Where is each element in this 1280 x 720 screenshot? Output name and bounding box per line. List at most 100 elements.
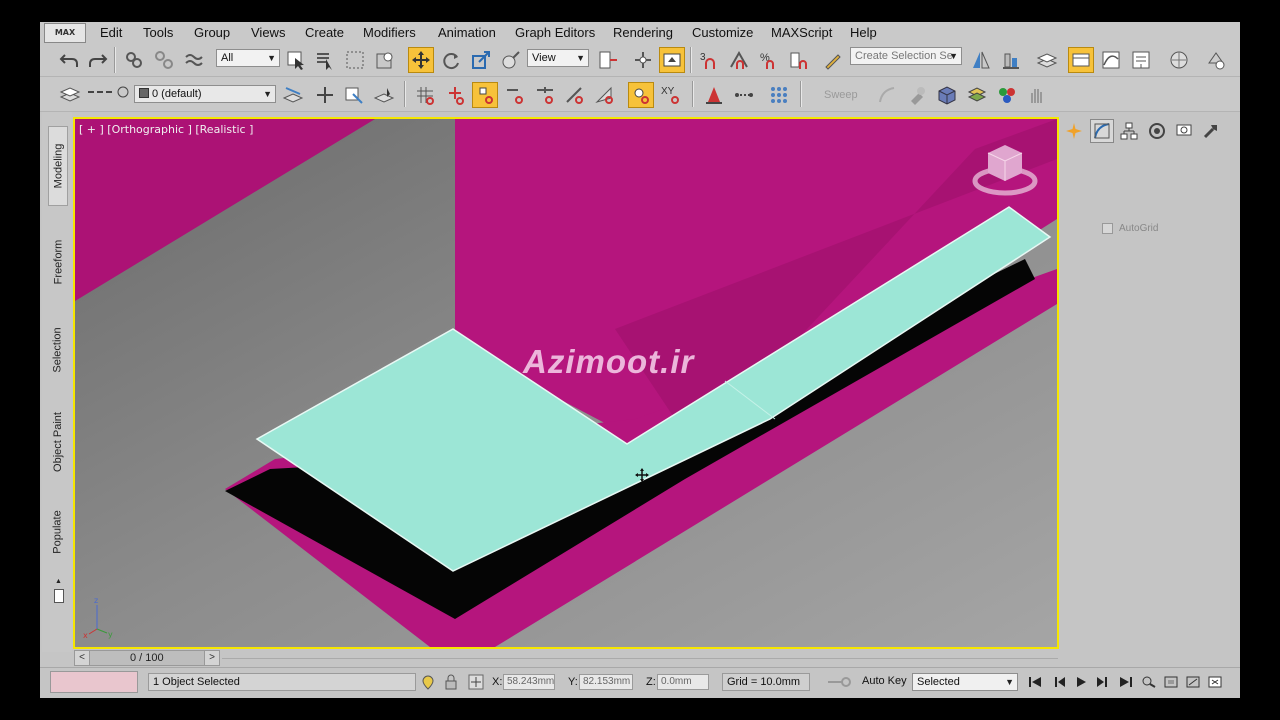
- ribbon-tab-selection[interactable]: Selection: [48, 310, 68, 390]
- maxscript-listener[interactable]: [50, 671, 138, 693]
- autogrid-checkbox-box[interactable]: [1102, 223, 1113, 234]
- layers-icon[interactable]: [57, 81, 83, 107]
- utilities-tab-icon[interactable]: [1199, 119, 1223, 143]
- layer-dropdown[interactable]: 0 (default) ▼: [134, 85, 276, 103]
- ribbon-collapse-icon[interactable]: ▲: [55, 578, 63, 585]
- isolate-icon[interactable]: [420, 674, 436, 690]
- schematic-view-icon[interactable]: [1128, 47, 1154, 73]
- ribbon-toggle-icon[interactable]: [54, 589, 64, 603]
- edge-snap-icon[interactable]: [562, 82, 588, 108]
- redo-icon[interactable]: [85, 47, 111, 73]
- box-object-icon[interactable]: [934, 82, 960, 108]
- next-frame-icon[interactable]: [1093, 674, 1111, 690]
- move-icon[interactable]: [408, 47, 434, 73]
- viewport-orthographic[interactable]: z x y [ + ] [Orthographic ] [Realistic ]…: [73, 117, 1059, 649]
- menu-maxscript[interactable]: MAXScript: [771, 25, 832, 40]
- menu-create[interactable]: Create: [305, 25, 344, 40]
- timeline-track[interactable]: [222, 658, 1058, 659]
- key-filter-dropdown[interactable]: Selected ▼: [912, 673, 1018, 691]
- layer-manager-icon[interactable]: [1034, 47, 1060, 73]
- array-icon[interactable]: [766, 82, 792, 108]
- zoom-all-icon[interactable]: [1184, 674, 1202, 690]
- ribbon-tab-modeling[interactable]: Modeling: [48, 126, 68, 206]
- select-object-icon[interactable]: [283, 47, 309, 73]
- time-next-button[interactable]: >: [204, 651, 219, 665]
- zoom-icon[interactable]: [1140, 674, 1158, 690]
- add-to-layer-icon[interactable]: [341, 82, 367, 108]
- sweep-label[interactable]: Sweep: [824, 89, 858, 101]
- viewport-scene[interactable]: z x y: [75, 119, 1057, 647]
- scene-explorer-icon[interactable]: [1068, 47, 1094, 73]
- maximize-viewport-icon[interactable]: [1206, 674, 1224, 690]
- reference-coord-dropdown[interactable]: View ▼: [527, 49, 589, 67]
- viewport-label[interactable]: [ + ] [Orthographic ] [Realistic ]: [79, 123, 253, 136]
- menu-graph-editors[interactable]: Graph Editors: [515, 25, 595, 40]
- menu-tools[interactable]: Tools: [143, 25, 173, 40]
- midpoint-snap-icon[interactable]: [532, 82, 558, 108]
- menu-customize[interactable]: Customize: [692, 25, 753, 40]
- bind-spacewarp-icon[interactable]: [181, 47, 207, 73]
- sweep-arrow-icon[interactable]: [874, 82, 900, 108]
- select-in-layer-icon[interactable]: [371, 82, 397, 108]
- lock-icon[interactable]: [444, 674, 458, 690]
- autokey-button[interactable]: Auto Key: [862, 675, 907, 687]
- edit-named-selection-icon[interactable]: [820, 47, 846, 73]
- rect-selection-icon[interactable]: [342, 47, 368, 73]
- grid-snap-icon[interactable]: [412, 82, 438, 108]
- percent-snap-icon[interactable]: %: [756, 47, 782, 73]
- object-id-icon[interactable]: [994, 82, 1020, 108]
- menu-animation[interactable]: Animation: [438, 25, 496, 40]
- menu-modifiers[interactable]: Modifiers: [363, 25, 416, 40]
- goto-start-icon[interactable]: [1026, 674, 1044, 690]
- select-by-name-icon[interactable]: [312, 47, 338, 73]
- hierarchy-tab-icon[interactable]: [1117, 119, 1141, 143]
- pivot-center-icon[interactable]: [595, 47, 621, 73]
- app-logo[interactable]: MAX: [44, 23, 86, 43]
- time-prev-button[interactable]: <: [75, 651, 90, 665]
- window-crossing-icon[interactable]: [372, 47, 398, 73]
- modify-tab-icon[interactable]: [1090, 119, 1114, 143]
- unlink-icon[interactable]: [151, 47, 177, 73]
- motion-tab-icon[interactable]: [1145, 119, 1169, 143]
- play-icon[interactable]: [1072, 674, 1090, 690]
- endpoint-snap-icon[interactable]: [502, 82, 528, 108]
- stack-object-icon[interactable]: [964, 82, 990, 108]
- ribbon-tab-object-paint[interactable]: Object Paint: [48, 397, 68, 487]
- vertex-snap-icon[interactable]: [472, 82, 498, 108]
- display-tab-icon[interactable]: [1172, 119, 1196, 143]
- hand-icon[interactable]: [1024, 82, 1050, 108]
- prev-frame-icon[interactable]: [1051, 674, 1069, 690]
- align-icon[interactable]: [998, 47, 1024, 73]
- key-icon[interactable]: [826, 675, 852, 689]
- measure-icon[interactable]: [701, 82, 727, 108]
- render-setup-icon[interactable]: [1203, 47, 1229, 73]
- absolute-mode-icon[interactable]: [468, 674, 484, 690]
- zoom-extents-icon[interactable]: [1162, 674, 1180, 690]
- link-icon[interactable]: [121, 47, 147, 73]
- spinner-snap-icon[interactable]: [786, 47, 812, 73]
- layer-visibility-icon[interactable]: [88, 85, 130, 99]
- rotate-icon[interactable]: [438, 47, 464, 73]
- layer-add-icon[interactable]: [280, 82, 306, 108]
- selection-filter-dropdown[interactable]: All ▼: [216, 49, 280, 67]
- face-snap-icon[interactable]: [592, 82, 618, 108]
- ribbon-tab-populate[interactable]: Populate: [48, 492, 68, 572]
- y-coordinate-field[interactable]: 82.153mm: [579, 674, 633, 690]
- z-coordinate-field[interactable]: 0.0mm: [657, 674, 709, 690]
- undo-icon[interactable]: [56, 47, 82, 73]
- snap-toggle-icon[interactable]: 3: [696, 47, 722, 73]
- tape-icon[interactable]: [731, 82, 757, 108]
- pivot-snap-icon[interactable]: [442, 82, 468, 108]
- create-new-layer-icon[interactable]: [312, 82, 338, 108]
- create-tab-icon[interactable]: [1062, 119, 1086, 143]
- ribbon-tab-freeform[interactable]: Freeform: [48, 222, 68, 302]
- paint-icon[interactable]: [904, 82, 930, 108]
- menu-views[interactable]: Views: [251, 25, 285, 40]
- material-editor-icon[interactable]: [1166, 47, 1192, 73]
- keyboard-shortcut-override-icon[interactable]: [659, 47, 685, 73]
- menu-edit[interactable]: Edit: [100, 25, 122, 40]
- named-selection-dropdown[interactable]: Create Selection Se ▼: [850, 47, 962, 65]
- mirror-icon[interactable]: [968, 47, 994, 73]
- menu-rendering[interactable]: Rendering: [613, 25, 673, 40]
- place-icon[interactable]: [498, 47, 524, 73]
